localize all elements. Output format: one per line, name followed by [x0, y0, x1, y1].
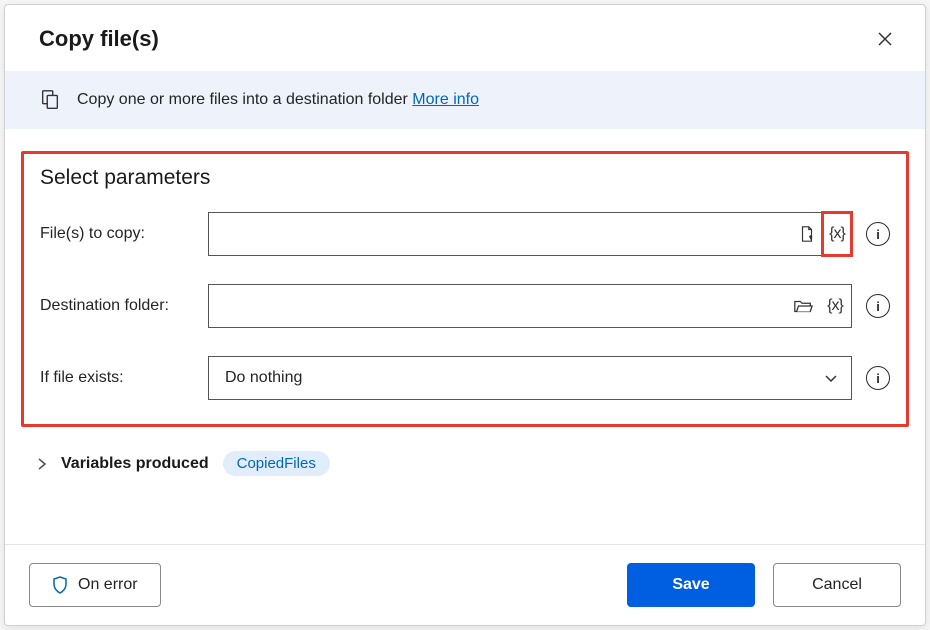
info-icon: i — [876, 227, 880, 242]
insert-variable-button-files[interactable]: {x} — [821, 211, 853, 257]
label-if-file-exists: If file exists: — [40, 369, 208, 387]
dialog-header: Copy file(s) — [5, 5, 925, 71]
info-icon: i — [876, 299, 880, 314]
folder-icon — [793, 297, 813, 315]
banner-text: Copy one or more files into a destinatio… — [77, 91, 412, 108]
variable-pill-copiedfiles[interactable]: CopiedFiles — [223, 451, 330, 476]
info-icon: i — [876, 371, 880, 386]
save-label: Save — [672, 576, 709, 594]
variables-produced-label: Variables produced — [61, 455, 209, 473]
more-info-link[interactable]: More info — [412, 91, 479, 108]
help-destination-folder[interactable]: i — [866, 294, 890, 318]
cancel-button[interactable]: Cancel — [773, 563, 901, 607]
if-file-exists-value: Do nothing — [225, 369, 302, 387]
label-destination-folder: Destination folder: — [40, 297, 208, 315]
input-destination-wrap: {x} — [208, 284, 852, 328]
info-banner: Copy one or more files into a destinatio… — [5, 71, 925, 129]
copy-files-dialog: Copy file(s) Copy one or more files into… — [4, 4, 926, 626]
footer-right: Save Cancel — [627, 563, 901, 607]
cancel-label: Cancel — [812, 576, 862, 594]
insert-variable-button-destination[interactable]: {x} — [819, 285, 851, 327]
select-file-button[interactable] — [791, 213, 823, 255]
files-to-copy-input[interactable] — [209, 213, 791, 255]
if-file-exists-select[interactable]: Do nothing — [208, 356, 852, 400]
help-files-to-copy[interactable]: i — [866, 222, 890, 246]
chevron-down-icon — [823, 370, 839, 386]
browse-folder-button[interactable] — [787, 285, 819, 327]
on-error-button[interactable]: On error — [29, 563, 161, 607]
close-icon — [877, 31, 893, 47]
copy-files-icon — [39, 89, 61, 111]
dialog-title: Copy file(s) — [39, 26, 159, 52]
row-if-file-exists: If file exists: Do nothing i — [40, 356, 890, 400]
help-if-file-exists[interactable]: i — [866, 366, 890, 390]
row-destination-folder: Destination folder: {x} — [40, 284, 890, 328]
destination-folder-input[interactable] — [209, 285, 787, 327]
close-button[interactable] — [869, 23, 901, 55]
label-files-to-copy: File(s) to copy: — [40, 225, 208, 243]
variable-token-icon: {x} — [829, 225, 845, 243]
shield-icon — [52, 576, 68, 594]
dialog-footer: On error Save Cancel — [5, 544, 925, 625]
input-files-to-copy-wrap: {x} — [208, 212, 852, 256]
dialog-body: Select parameters File(s) to copy: — [5, 129, 925, 544]
variable-token-icon: {x} — [827, 297, 843, 315]
banner-text-wrap: Copy one or more files into a destinatio… — [77, 91, 479, 109]
save-button[interactable]: Save — [627, 563, 755, 607]
select-parameters-section: Select parameters File(s) to copy: — [21, 151, 909, 427]
section-title: Select parameters — [40, 166, 890, 190]
file-picker-icon — [798, 225, 816, 243]
on-error-label: On error — [78, 576, 138, 594]
row-files-to-copy: File(s) to copy: {x} — [40, 212, 890, 256]
chevron-right-icon — [37, 458, 47, 470]
variables-produced-row[interactable]: Variables produced CopiedFiles — [5, 437, 925, 482]
